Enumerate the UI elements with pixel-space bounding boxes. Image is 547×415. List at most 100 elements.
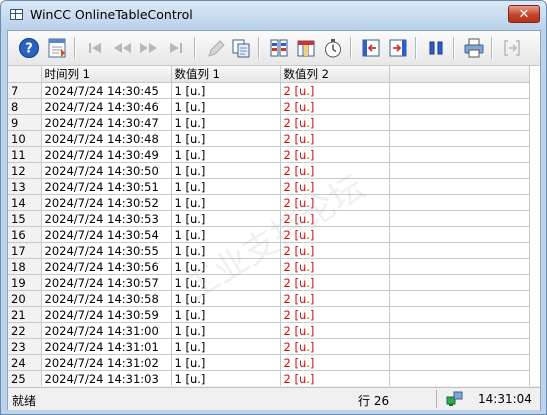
time-cell[interactable]: 2024/7/24 14:30:50 [41,162,172,179]
row-number-cell[interactable]: 7 [8,82,42,99]
time-cell[interactable]: 2024/7/24 14:30:47 [41,114,172,131]
row-number-cell[interactable]: 9 [8,114,42,131]
value-1-cell[interactable]: 1 [u.] [171,242,281,259]
value-1-cell[interactable]: 1 [u.] [171,114,281,131]
print-button[interactable] [463,37,485,59]
time-cell[interactable]: 2024/7/24 14:30:58 [41,290,172,307]
table-row[interactable]: 23 2024/7/24 14:31:01 1 [u.] 2 [u.] [8,338,530,355]
value-2-cell[interactable]: 2 [u.] [280,354,390,371]
row-number-cell[interactable]: 21 [8,306,42,323]
select-columns-button[interactable] [295,37,317,59]
row-number-cell[interactable]: 18 [8,258,42,275]
row-number-cell[interactable]: 24 [8,354,42,371]
value-1-cell[interactable]: 1 [u.] [171,98,281,115]
row-number-cell[interactable]: 14 [8,194,42,211]
export-button[interactable] [501,37,523,59]
value-1-cell[interactable]: 1 [u.] [171,194,281,211]
table-row[interactable]: 14 2024/7/24 14:30:52 1 [u.] 2 [u.] [8,194,530,211]
value-2-cell[interactable]: 2 [u.] [280,146,390,163]
time-cell[interactable]: 2024/7/24 14:30:49 [41,146,172,163]
value-2-cell[interactable]: 2 [u.] [280,82,390,99]
value-1-cell[interactable]: 1 [u.] [171,130,281,147]
value-2-cell[interactable]: 2 [u.] [280,370,390,386]
value-1-cell[interactable]: 1 [u.] [171,338,281,355]
value-2-cell[interactable]: 2 [u.] [280,306,390,323]
value-2-cell[interactable]: 2 [u.] [280,338,390,355]
row-number-cell[interactable]: 12 [8,162,42,179]
time-cell[interactable]: 2024/7/24 14:30:48 [41,130,172,147]
value-1-cell[interactable]: 1 [u.] [171,178,281,195]
table-row[interactable]: 18 2024/7/24 14:30:56 1 [u.] 2 [u.] [8,258,530,275]
value-2-cell[interactable]: 2 [u.] [280,226,390,243]
time-cell[interactable]: 2024/7/24 14:31:02 [41,354,172,371]
first-record-button[interactable] [84,37,106,59]
row-number-cell[interactable]: 20 [8,290,42,307]
time-cell[interactable]: 2024/7/24 14:31:03 [41,370,172,386]
row-number-cell[interactable]: 17 [8,242,42,259]
table-row[interactable]: 9 2024/7/24 14:30:47 1 [u.] 2 [u.] [8,114,530,131]
table-row[interactable]: 21 2024/7/24 14:30:59 1 [u.] 2 [u.] [8,306,530,323]
next-column-button[interactable] [387,37,409,59]
previous-record-button[interactable] [111,37,133,59]
time-cell[interactable]: 2024/7/24 14:30:46 [41,98,172,115]
table-row[interactable]: 19 2024/7/24 14:30:57 1 [u.] 2 [u.] [8,274,530,291]
value-2-cell[interactable]: 2 [u.] [280,114,390,131]
row-number-cell[interactable]: 19 [8,274,42,291]
row-number-header[interactable] [8,66,42,83]
close-button[interactable]: ✕ [508,5,540,23]
value-2-cell[interactable]: 2 [u.] [280,98,390,115]
table-row[interactable]: 16 2024/7/24 14:30:54 1 [u.] 2 [u.] [8,226,530,243]
table-row[interactable]: 15 2024/7/24 14:30:53 1 [u.] 2 [u.] [8,210,530,227]
time-cell[interactable]: 2024/7/24 14:30:52 [41,194,172,211]
value-2-cell[interactable]: 2 [u.] [280,322,390,339]
previous-column-button[interactable] [360,37,382,59]
table-row[interactable]: 24 2024/7/24 14:31:02 1 [u.] 2 [u.] [8,354,530,371]
value-2-cell[interactable]: 2 [u.] [280,210,390,227]
time-range-button[interactable] [322,37,344,59]
table-row[interactable]: 12 2024/7/24 14:30:50 1 [u.] 2 [u.] [8,162,530,179]
value-1-cell[interactable]: 1 [u.] [171,162,281,179]
last-record-button[interactable] [165,37,187,59]
table-row[interactable]: 7 2024/7/24 14:30:45 1 [u.] 2 [u.] [8,82,530,99]
row-number-cell[interactable]: 11 [8,146,42,163]
time-cell[interactable]: 2024/7/24 14:30:57 [41,274,172,291]
value-1-cell[interactable]: 1 [u.] [171,210,281,227]
time-cell[interactable]: 2024/7/24 14:30:55 [41,242,172,259]
table-row[interactable]: 8 2024/7/24 14:30:46 1 [u.] 2 [u.] [8,98,530,115]
title-bar[interactable]: WinCC OnlineTableControl ✕ [1,1,546,30]
table-row[interactable]: 25 2024/7/24 14:31:03 1 [u.] 2 [u.] [8,370,530,386]
value-1-cell[interactable]: 1 [u.] [171,258,281,275]
value-1-cell[interactable]: 1 [u.] [171,306,281,323]
value-1-cell[interactable]: 1 [u.] [171,370,281,386]
value-2-cell[interactable]: 2 [u.] [280,194,390,211]
help-button[interactable]: ? [18,37,40,59]
value-2-cell[interactable]: 2 [u.] [280,274,390,291]
row-number-cell[interactable]: 10 [8,130,42,147]
time-cell[interactable]: 2024/7/24 14:31:00 [41,322,172,339]
value-1-cell[interactable]: 1 [u.] [171,290,281,307]
value-2-cell[interactable]: 2 [u.] [280,258,390,275]
copy-rows-button[interactable] [230,37,252,59]
edit-button[interactable] [204,37,226,59]
table-row[interactable]: 11 2024/7/24 14:30:49 1 [u.] 2 [u.] [8,146,530,163]
table-row[interactable]: 22 2024/7/24 14:31:00 1 [u.] 2 [u.] [8,322,530,339]
time-cell[interactable]: 2024/7/24 14:30:53 [41,210,172,227]
time-cell[interactable]: 2024/7/24 14:30:54 [41,226,172,243]
value-1-cell[interactable]: 1 [u.] [171,274,281,291]
stop-button[interactable] [425,37,447,59]
value-1-cell[interactable]: 1 [u.] [171,354,281,371]
row-number-cell[interactable]: 22 [8,322,42,339]
column-header-time[interactable]: 时间列 1 [41,66,172,83]
config-dialog-button[interactable] [46,37,68,59]
row-number-cell[interactable]: 13 [8,178,42,195]
table-row[interactable]: 13 2024/7/24 14:30:51 1 [u.] 2 [u.] [8,178,530,195]
time-cell[interactable]: 2024/7/24 14:31:01 [41,338,172,355]
value-2-cell[interactable]: 2 [u.] [280,130,390,147]
value-1-cell[interactable]: 1 [u.] [171,322,281,339]
value-2-cell[interactable]: 2 [u.] [280,178,390,195]
value-2-cell[interactable]: 2 [u.] [280,290,390,307]
row-number-cell[interactable]: 16 [8,226,42,243]
value-2-cell[interactable]: 2 [u.] [280,242,390,259]
time-cell[interactable]: 2024/7/24 14:30:51 [41,178,172,195]
column-header-value-1[interactable]: 数值列 1 [171,66,281,83]
